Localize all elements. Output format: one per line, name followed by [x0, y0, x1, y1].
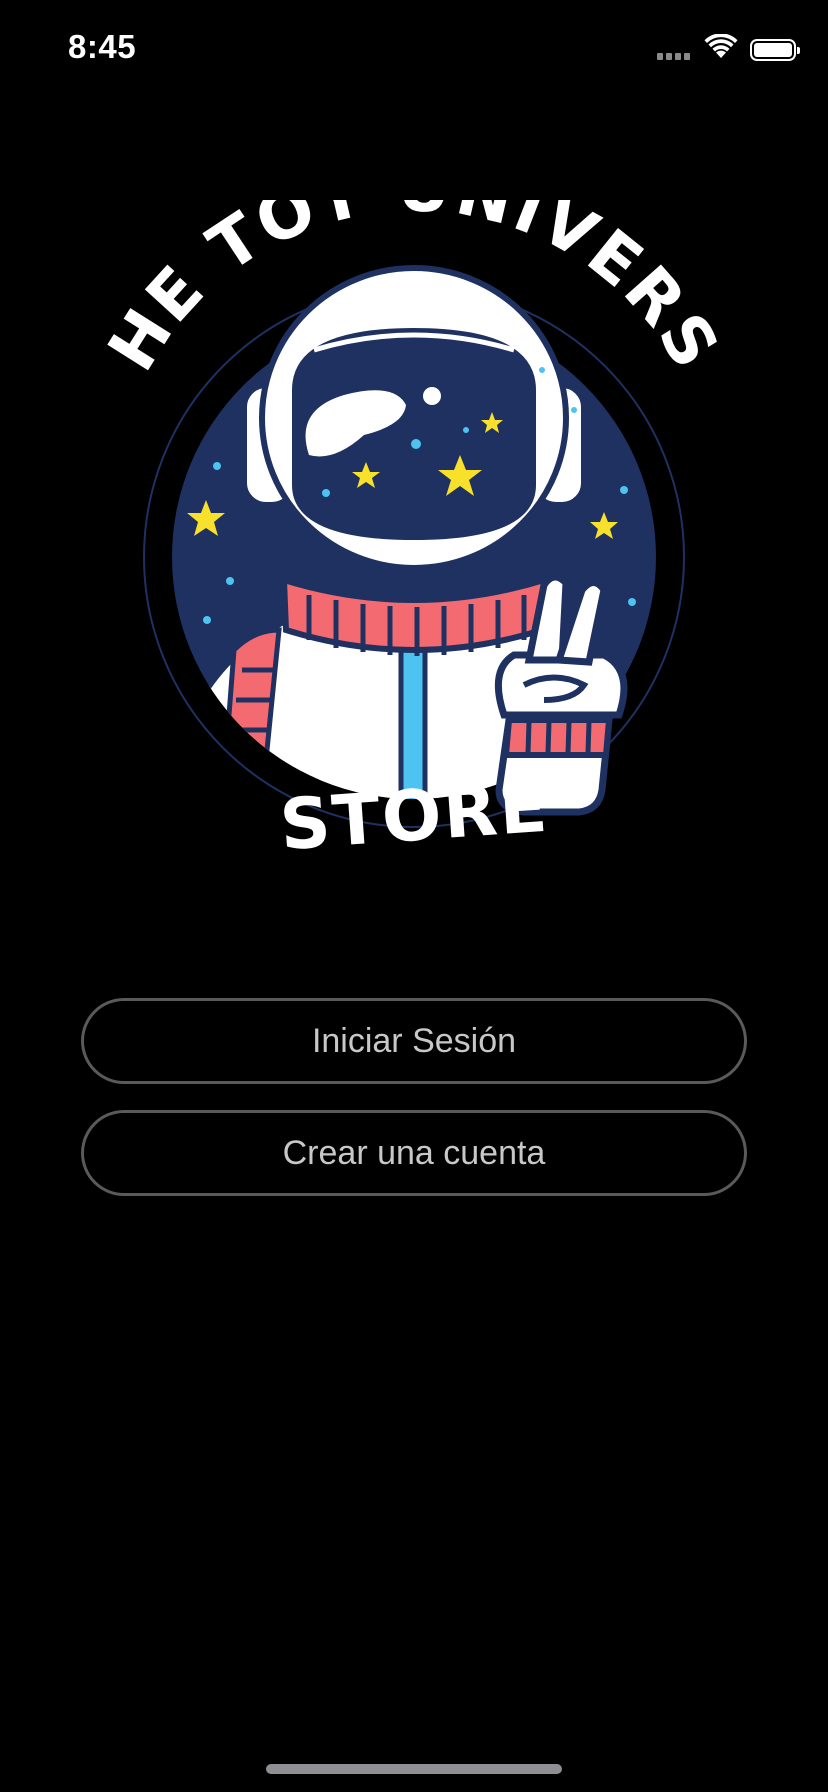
status-icons	[654, 33, 800, 65]
wifi-icon	[704, 33, 738, 65]
store-logo: THE TOY UNIVERSE	[104, 200, 724, 920]
login-button[interactable]: Iniciar Sesión	[81, 998, 747, 1084]
home-indicator[interactable]	[266, 1764, 562, 1774]
status-time: 8:45	[68, 28, 137, 65]
status-bar: 8:45	[0, 0, 828, 100]
astronaut-peace-sign-icon: THE TOY UNIVERSE	[104, 200, 724, 867]
create-account-button[interactable]: Crear una cuenta	[81, 1110, 747, 1196]
logo-text-bottom: STORE	[277, 766, 551, 867]
signal-dots-icon	[654, 40, 690, 60]
battery-full-icon	[750, 38, 800, 61]
